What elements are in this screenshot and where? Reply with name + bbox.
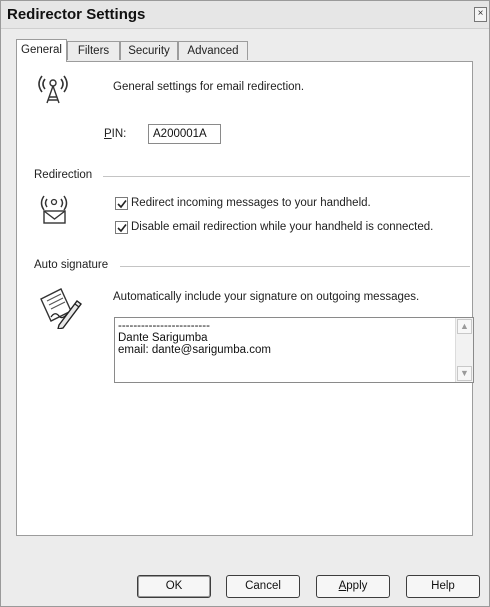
tab-advanced[interactable]: Advanced xyxy=(178,41,248,60)
help-button[interactable]: Help xyxy=(406,575,480,598)
signature-pen-icon xyxy=(40,288,82,329)
apply-button[interactable]: Apply xyxy=(316,575,390,598)
tab-security[interactable]: Security xyxy=(120,41,178,60)
signature-text: ------------------------ Dante Sarigumba… xyxy=(118,320,271,356)
scroll-down-icon[interactable]: ▼ xyxy=(457,366,472,381)
tab-general[interactable]: General xyxy=(16,39,67,62)
signature-textarea[interactable]: ------------------------ Dante Sarigumba… xyxy=(114,317,474,383)
close-icon[interactable]: × xyxy=(474,7,487,22)
redirection-divider xyxy=(103,176,470,177)
pin-label: PIN: xyxy=(104,128,127,140)
scroll-up-icon[interactable]: ▲ xyxy=(457,319,472,334)
pin-field[interactable] xyxy=(148,124,221,144)
general-description: General settings for email redirection. xyxy=(113,81,305,93)
cancel-button[interactable]: Cancel xyxy=(226,575,300,598)
disable-redirection-checkbox[interactable] xyxy=(115,221,128,234)
auto-signature-description: Automatically include your signature on … xyxy=(113,291,420,303)
title-bar: Redirector Settings × xyxy=(1,1,489,29)
tab-filters[interactable]: Filters xyxy=(67,41,120,60)
redirect-incoming-label[interactable]: Redirect incoming messages to your handh… xyxy=(131,197,371,209)
wireless-envelope-icon xyxy=(40,195,68,224)
auto-signature-heading: Auto signature xyxy=(34,259,109,271)
ok-button[interactable]: OK xyxy=(137,575,211,598)
redirector-settings-dialog: Redirector Settings × General Filters Se… xyxy=(0,0,490,607)
auto-signature-divider xyxy=(120,266,470,267)
disable-redirection-label[interactable]: Disable email redirection while your han… xyxy=(131,221,433,233)
redirection-heading: Redirection xyxy=(34,169,93,181)
redirect-incoming-checkbox[interactable] xyxy=(115,197,128,210)
signature-scrollbar[interactable]: ▲ ▼ xyxy=(455,318,473,382)
wireless-tower-icon xyxy=(38,75,68,104)
window-title: Redirector Settings xyxy=(7,6,146,23)
